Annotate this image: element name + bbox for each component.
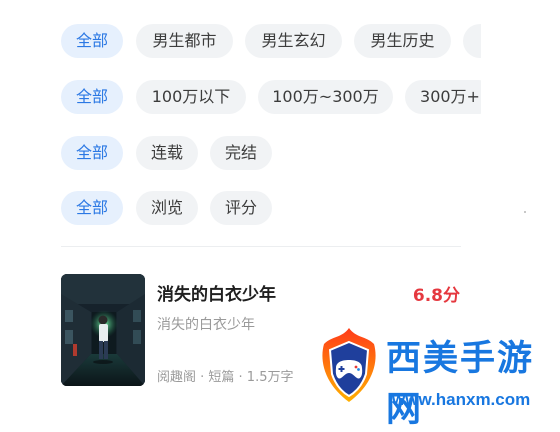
filter-chip-category-fantasy[interactable]: 男生玄幻 [245,24,342,58]
filter-chip-wordcount-over-3m[interactable]: 300万+ [405,80,481,114]
filter-chip-category-more[interactable]: 男生 [463,24,481,58]
filter-chip-sort-all[interactable]: 全部 [61,191,123,225]
divider [61,246,461,247]
filter-chip-status-completed[interactable]: 完结 [210,136,272,170]
filter-chip-category-all[interactable]: 全部 [61,24,123,58]
book-meta: 阅趣阁 · 短篇 · 1.5万字 [157,370,294,385]
filter-row-category: 全部 男生都市 男生玄幻 男生历史 男生 [61,24,481,60]
filter-chip-wordcount-under-1m[interactable]: 100万以下 [136,80,246,114]
filter-chip-category-urban[interactable]: 男生都市 [136,24,233,58]
filter-chip-category-history[interactable]: 男生历史 [354,24,451,58]
book-cover-image [61,274,145,386]
filter-chip-status-all[interactable]: 全部 [61,136,123,170]
book-cover[interactable] [61,274,145,386]
filter-chip-sort-rating[interactable]: 评分 [210,191,272,225]
filter-chip-wordcount-1m-3m[interactable]: 100万~300万 [258,80,393,114]
book-title: 消失的白衣少年 [157,285,276,305]
stray-dot [524,211,526,213]
watermark-url: www.hanxm.com [392,390,531,409]
filter-row-status: 全部 连载 完结 [61,136,481,172]
gamepad-shield-logo [322,328,376,402]
filter-chip-status-serializing[interactable]: 连载 [136,136,198,170]
site-watermark: 西美手游网 www.hanxm.com [316,320,560,430]
book-score: 6.8分 [412,286,460,306]
filter-panel: 全部 男生都市 男生玄幻 男生历史 男生 全部 100万以下 100万~300万… [61,0,481,240]
filter-row-wordcount: 全部 100万以下 100万~300万 300万+ [61,80,481,116]
filter-chip-wordcount-all[interactable]: 全部 [61,80,123,114]
filter-chip-sort-views[interactable]: 浏览 [136,191,198,225]
filter-row-sort: 全部 浏览 评分 [61,191,481,227]
watermark-title: 西美手游网 [386,339,535,430]
book-subtitle: 消失的白衣少年 [157,317,255,333]
